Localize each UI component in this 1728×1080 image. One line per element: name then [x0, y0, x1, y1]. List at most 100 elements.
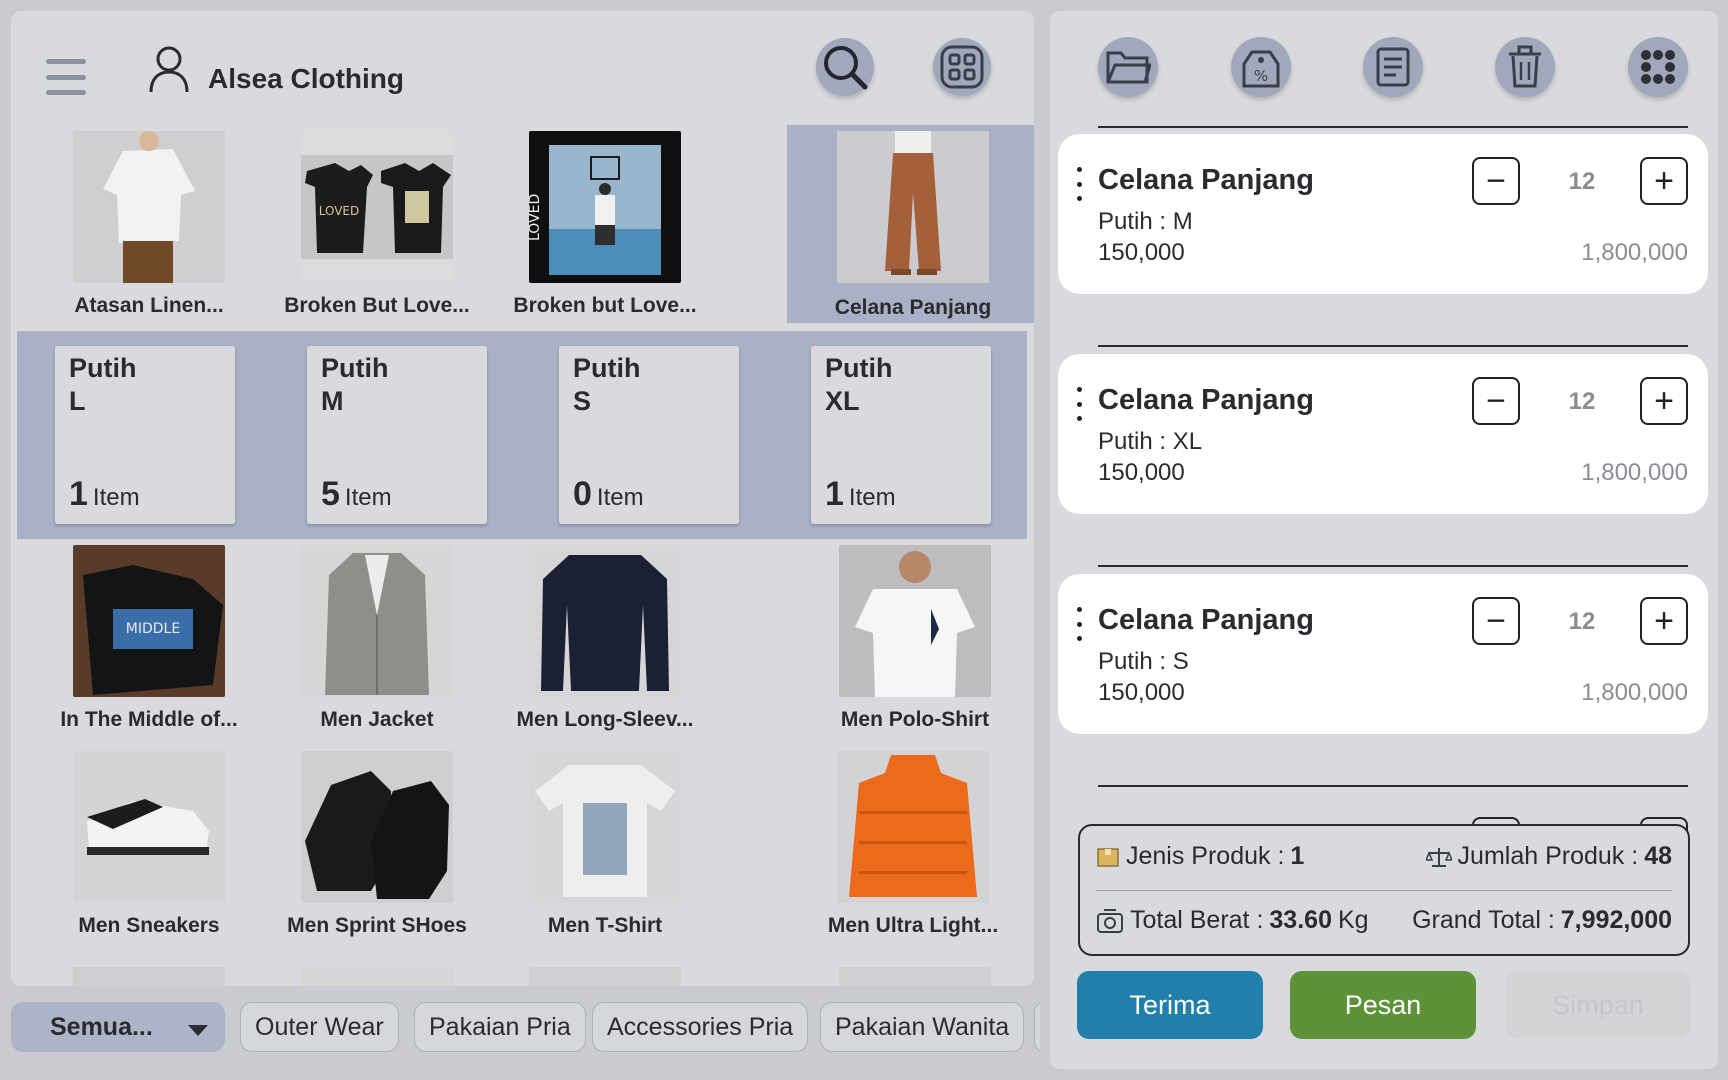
product-image: [73, 131, 225, 283]
product-card[interactable]: Men Jacket: [257, 539, 497, 731]
product-image: [529, 751, 681, 903]
receipt-icon: [1376, 47, 1410, 87]
search-button[interactable]: [816, 38, 874, 96]
order-summary: Jenis Produk :1 Jumlah Produk :48 Total …: [1078, 824, 1690, 956]
cart-item-title: Celana Panjang: [1098, 384, 1314, 416]
save-button[interactable]: Simpan: [1505, 971, 1691, 1039]
product-image-peek: [301, 967, 453, 986]
folder-icon: [1106, 51, 1151, 84]
cart-item-price: 150,000: [1098, 459, 1185, 486]
search-icon: [824, 46, 868, 90]
product-card[interactable]: Men Sprint SHoes: [257, 745, 497, 937]
svg-text:MIDDLE: MIDDLE: [126, 621, 180, 637]
product-card[interactable]: Men Sneakers: [29, 745, 269, 937]
cart-item-subtotal: 1,800,000: [1581, 459, 1688, 486]
receive-button[interactable]: Terima: [1077, 971, 1263, 1039]
svg-text:%: %: [1254, 67, 1268, 85]
category-grid-button[interactable]: [933, 38, 991, 96]
cart-item-qty[interactable]: 12: [1532, 168, 1632, 196]
more-button[interactable]: [1628, 37, 1688, 97]
summary-divider: [1096, 890, 1672, 891]
product-image: [837, 131, 989, 283]
caret-down-icon: [188, 1025, 208, 1036]
cart-item[interactable]: Celana Panjang Putih : M 150,000 1,800,0…: [1058, 134, 1708, 294]
product-image-peek: [529, 967, 681, 986]
variant-card[interactable]: Putih S 0 Item: [559, 346, 739, 524]
product-types: Jenis Produk :1: [1096, 842, 1304, 871]
variant-stock: 1 Item: [69, 475, 140, 513]
increase-button[interactable]: +: [1640, 377, 1688, 425]
product-name: Men Sneakers: [78, 914, 220, 937]
product-count: Jumlah Produk :48: [1425, 842, 1672, 871]
product-name: Atasan Linen...: [74, 294, 224, 317]
increase-button[interactable]: +: [1640, 157, 1688, 205]
discount-button[interactable]: %: [1231, 37, 1291, 97]
package-icon: [1097, 847, 1119, 867]
product-card[interactable]: Men Polo-Shirt: [795, 539, 1034, 731]
svg-text:LOVED: LOVED: [529, 194, 543, 241]
drag-handle-icon[interactable]: [1077, 167, 1083, 201]
cart-item[interactable]: Celana Panjang Putih : XL 150,000 1,800,…: [1058, 354, 1708, 514]
variant-size: M: [321, 386, 344, 416]
product-image: [837, 751, 989, 903]
cart-item-qty[interactable]: 12: [1532, 608, 1632, 636]
decrease-button[interactable]: −: [1472, 157, 1520, 205]
variant-size: S: [573, 386, 592, 416]
variant-card[interactable]: Putih M 5 Item: [307, 346, 487, 524]
product-name: Men T-Shirt: [547, 914, 663, 937]
category-chip-peek[interactable]: [1034, 1002, 1040, 1052]
variant-stock: 1 Item: [825, 475, 896, 513]
variant-color: Putih: [321, 353, 389, 383]
product-card[interactable]: Atasan Linen...: [29, 125, 269, 317]
product-name: Men Jacket: [320, 708, 434, 731]
product-name: Men Sprint SHoes: [287, 914, 467, 937]
drag-handle-icon[interactable]: [1077, 607, 1083, 641]
variant-card[interactable]: Putih XL 1 Item: [811, 346, 991, 524]
category-chip[interactable]: Outer Wear: [240, 1002, 399, 1052]
category-chip[interactable]: Accessories Pria: [592, 1002, 809, 1052]
grid-icon: [940, 45, 984, 89]
category-chip[interactable]: Pakaian Wanita: [820, 1002, 1025, 1052]
cart-item-subtotal: 1,800,000: [1581, 679, 1688, 706]
clear-cart-button[interactable]: [1495, 37, 1555, 97]
drag-handle-icon[interactable]: [1077, 387, 1083, 421]
variant-color: Putih: [825, 353, 893, 383]
cart-item-price: 150,000: [1098, 679, 1185, 706]
open-order-button[interactable]: [1098, 37, 1158, 97]
total-weight: Total Berat :33.60 Kg: [1096, 906, 1369, 935]
product-card[interactable]: LOVED Broken but Love...: [485, 125, 725, 317]
note-button[interactable]: [1363, 37, 1423, 97]
product-card[interactable]: MIDDLE In The Middle of...: [29, 539, 269, 731]
category-dropdown[interactable]: Semua...: [11, 1002, 225, 1052]
variant-stock: 0 Item: [573, 475, 644, 513]
divider: [1098, 785, 1688, 787]
order-button[interactable]: Pesan: [1290, 971, 1476, 1039]
variant-card[interactable]: Putih L 1 Item: [55, 346, 235, 524]
cart-item-variant: Putih : S: [1098, 648, 1189, 675]
category-chip[interactable]: Pakaian Pria: [414, 1002, 586, 1052]
product-image: [839, 545, 991, 697]
divider: [1098, 345, 1688, 347]
increase-button[interactable]: +: [1640, 597, 1688, 645]
product-card[interactable]: LOVED Broken But Love...: [257, 125, 497, 317]
category-bar: Semua... Outer Wear Pakaian Pria Accesso…: [0, 996, 1040, 1056]
product-image: [301, 751, 453, 903]
product-card-selected[interactable]: Celana Panjang: [787, 125, 1034, 323]
product-card[interactable]: Men Ultra Light...: [787, 745, 1034, 937]
product-card[interactable]: Men Long-Sleev...: [485, 539, 725, 731]
product-card[interactable]: Men T-Shirt: [485, 745, 725, 937]
product-name: Broken But Love...: [284, 294, 470, 317]
cart-item-qty[interactable]: 12: [1532, 388, 1632, 416]
decrease-button[interactable]: −: [1472, 597, 1520, 645]
variant-stock: 5 Item: [321, 475, 392, 513]
cart-item-subtotal: 1,800,000: [1581, 239, 1688, 266]
product-image: MIDDLE: [73, 545, 225, 697]
cart-item-variant: Putih : M: [1098, 208, 1193, 235]
product-image-peek: [73, 967, 225, 986]
decrease-button[interactable]: −: [1472, 377, 1520, 425]
product-grid: Atasan Linen... LOVED Broken But Love...…: [17, 125, 1034, 986]
menu-icon[interactable]: [46, 59, 86, 95]
cart-item[interactable]: Celana Panjang Putih : S 150,000 1,800,0…: [1058, 574, 1708, 734]
product-panel: Alsea Clothing Atasan Linen... LOVED Bro…: [11, 11, 1034, 986]
product-name: Men Long-Sleev...: [516, 708, 694, 731]
